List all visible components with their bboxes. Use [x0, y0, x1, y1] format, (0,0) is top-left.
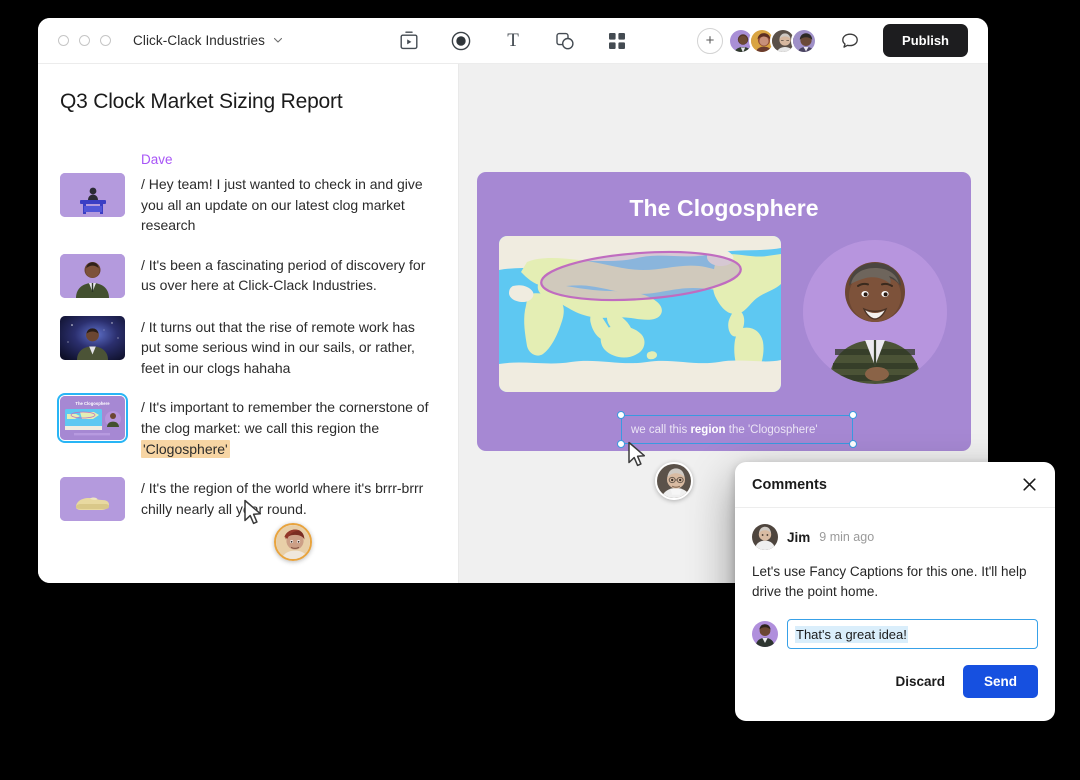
- send-button[interactable]: Send: [962, 665, 1038, 699]
- podium-thumb[interactable]: [60, 173, 125, 217]
- close-icon[interactable]: [1021, 476, 1038, 493]
- resize-handle-top-left[interactable]: [617, 411, 625, 419]
- avatar-jim-comment: [752, 524, 778, 550]
- canvas-toolbar: T: [397, 29, 629, 53]
- record-icon[interactable]: [449, 29, 473, 53]
- caption-text-start: we call this: [631, 423, 691, 436]
- avatar-ada[interactable]: [791, 27, 818, 54]
- comments-panel: Comments Jim 9 min ago Let's use Fancy C…: [735, 462, 1055, 721]
- resize-handle-bottom-left[interactable]: [617, 440, 625, 448]
- svg-text:The Clogosphere: The Clogosphere: [75, 401, 110, 406]
- transcript-text: / It's important to remember the corners…: [141, 396, 434, 459]
- avatar-current-user: [752, 621, 778, 648]
- caption-text-bold: region: [690, 423, 726, 436]
- discard-button[interactable]: Discard: [895, 674, 945, 689]
- add-collaborator-button[interactable]: +: [697, 27, 724, 54]
- slide-title: The Clogosphere: [629, 195, 819, 221]
- close-window-button[interactable]: [58, 35, 69, 46]
- title-bar: Click-Clack Industries T + Publish: [38, 18, 988, 64]
- caption-text-end: the 'Clogosphere': [725, 423, 818, 436]
- comment-author: Jim: [787, 529, 811, 545]
- present-icon[interactable]: [397, 29, 421, 53]
- collaborator-avatars: [728, 27, 818, 54]
- comment-timestamp: 9 min ago: [819, 530, 875, 544]
- comments-body: Jim 9 min ago Let's use Fancy Captions f…: [735, 508, 1055, 650]
- comment-message: Let's use Fancy Captions for this one. I…: [752, 564, 1027, 599]
- comments-title: Comments: [752, 476, 827, 493]
- comment-meta: Jim 9 min ago: [752, 524, 1038, 550]
- minimize-window-button[interactable]: [79, 35, 90, 46]
- reply-input[interactable]: That's a great idea!: [787, 619, 1038, 650]
- clogosphere-slide-thumb[interactable]: The Clogosphere: [57, 393, 128, 444]
- clog-thumb[interactable]: [60, 477, 125, 522]
- portrait-thumb[interactable]: [60, 253, 125, 298]
- screen-root: Click-Clack Industries T + Publish Q3 Cl…: [0, 0, 1080, 780]
- resize-handle-top-right[interactable]: [849, 411, 857, 419]
- slide[interactable]: The Clogosphere we call this region the …: [477, 172, 971, 451]
- transcript-text: / It turns out that the rise of remote w…: [141, 318, 415, 376]
- speaker-label: Dave: [141, 152, 173, 167]
- comment-reply-row: That's a great idea!: [752, 619, 1038, 650]
- caption-text: we call this region the 'Clogosphere': [631, 424, 818, 436]
- transcript-pane: Q3 Clock Market Sizing Report Dave / Hey…: [38, 64, 459, 583]
- reply-input-value: That's a great idea!: [795, 625, 908, 643]
- page-title: Q3 Clock Market Sizing Report: [60, 90, 343, 113]
- transcript-text-before: / It's important to remember the corners…: [141, 399, 429, 437]
- slide-content: [477, 222, 971, 392]
- galaxy-thumb[interactable]: [60, 315, 125, 360]
- grid-icon[interactable]: [605, 29, 629, 53]
- text-tool-glyph: T: [507, 30, 519, 51]
- chevron-down-icon: [273, 35, 283, 44]
- text-icon[interactable]: T: [501, 29, 525, 53]
- document-title: Click-Clack Industries: [133, 33, 265, 48]
- highlighted-phrase[interactable]: 'Clogosphere': [141, 439, 230, 458]
- header-right-cluster: + Publish: [697, 24, 988, 57]
- publish-button[interactable]: Publish: [883, 24, 968, 57]
- maximize-window-button[interactable]: [100, 35, 111, 46]
- caption-text-box[interactable]: we call this region the 'Clogosphere': [617, 411, 857, 448]
- transcript-text: / It's been a fascinating period of disc…: [141, 256, 426, 294]
- resize-handle-bottom-right[interactable]: [849, 440, 857, 448]
- window-controls: [58, 35, 111, 46]
- remote-cursor-avatar-jim: [655, 462, 693, 500]
- transcript-row[interactable]: / It's the region of the world where it'…: [60, 477, 434, 522]
- presenter-portrait[interactable]: [803, 240, 947, 384]
- comments-toggle-icon[interactable]: [839, 30, 861, 52]
- comments-header: Comments: [735, 462, 1055, 508]
- transcript-row-selected[interactable]: The Clogosphere / It's important to reme…: [57, 393, 434, 459]
- transcript-row[interactable]: / It turns out that the rise of remote w…: [60, 315, 434, 379]
- shapes-icon[interactable]: [553, 29, 577, 53]
- transcript-row[interactable]: / Hey team! I just wanted to check in an…: [60, 173, 434, 236]
- document-title-menu[interactable]: Click-Clack Industries: [111, 33, 283, 48]
- transcript-row[interactable]: / It's been a fascinating period of disc…: [60, 253, 434, 298]
- remote-cursor-avatar-mona: [274, 523, 312, 561]
- transcript-text: / Hey team! I just wanted to check in an…: [141, 176, 423, 234]
- world-map-image[interactable]: [499, 236, 781, 392]
- transcript-text: / It's the region of the world where it'…: [141, 480, 424, 517]
- comment-actions: Discard Send: [735, 649, 1055, 699]
